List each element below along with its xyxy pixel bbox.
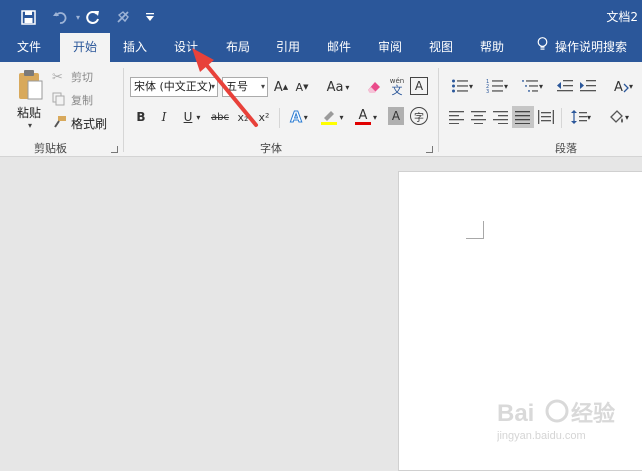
strikethrough-button[interactable]: abc: [209, 107, 231, 127]
customize-qa-icon[interactable]: [140, 7, 160, 27]
phonetic-guide-button[interactable]: wén 文: [388, 75, 406, 97]
bold-button[interactable]: B: [133, 107, 149, 127]
paste-button[interactable]: 粘贴: [14, 104, 44, 120]
chevron-down-icon: ▾: [210, 82, 215, 91]
font-size-combo[interactable]: 五号 ▾: [222, 77, 268, 97]
font-name-value: 宋体 (中文正文): [134, 80, 213, 93]
shading-button[interactable]: ▾: [604, 107, 634, 127]
svg-text:经验: 经验: [571, 401, 615, 426]
multilevel-list-button[interactable]: ▾: [516, 76, 548, 96]
svg-text:Bai: Bai: [497, 400, 534, 427]
text-effects-button[interactable]: A ▾: [285, 107, 313, 127]
font-color-button[interactable]: A ▾: [351, 107, 381, 127]
superscript-button[interactable]: x²: [255, 107, 273, 127]
ribbon-home: 粘贴 ▾ ✂ 剪切 复制 格式刷 剪贴板 宋体 (中文正文) ▾ 五号 ▾ A ▲…: [0, 62, 642, 157]
font-name-combo[interactable]: 宋体 (中文正文) ▾: [130, 77, 218, 97]
cut-label: 剪切: [71, 71, 93, 84]
font-group-label: 字体: [260, 142, 282, 155]
align-left-icon[interactable]: [448, 107, 466, 127]
tab-help[interactable]: 帮助: [469, 33, 515, 62]
tab-layout[interactable]: 布局: [215, 33, 261, 62]
underline-button[interactable]: U ▾: [178, 107, 206, 127]
clipboard-launcher-icon[interactable]: [111, 146, 118, 153]
chinese-layout-button[interactable]: A ▾: [608, 76, 638, 96]
divider: [561, 108, 562, 128]
copy-icon: [52, 92, 68, 109]
paste-icon[interactable]: [14, 68, 46, 102]
justify-icon[interactable]: [512, 106, 534, 128]
increase-indent-icon[interactable]: [579, 76, 597, 96]
baidu-logo-icon: Bai 经验 jingyan.baidu.com: [496, 399, 615, 442]
character-border-button[interactable]: A: [410, 77, 428, 95]
tab-mailings[interactable]: 邮件: [316, 33, 362, 62]
subscript-button[interactable]: x₂: [234, 107, 252, 127]
redo-icon[interactable]: [83, 7, 103, 27]
svg-text:3: 3: [486, 89, 489, 94]
save-icon[interactable]: [18, 7, 38, 27]
cut-button[interactable]: ✂ 剪切: [52, 68, 122, 86]
group-divider: [438, 68, 439, 152]
font-launcher-icon[interactable]: [426, 146, 433, 153]
highlight-button[interactable]: ▾: [317, 107, 347, 127]
ribbon-tabs: 文件 开始 插入 设计 布局 引用 邮件 审阅 视图 帮助 操作说明搜索: [0, 33, 642, 62]
numbering-button[interactable]: 1 2 3 ▾: [481, 76, 513, 96]
tab-home[interactable]: 开始: [60, 33, 110, 62]
shrink-font-button[interactable]: A ▼: [294, 77, 310, 97]
lightbulb-icon: [535, 33, 549, 62]
paintbrush-icon: [52, 115, 68, 132]
change-case-button[interactable]: Aa ▾: [322, 77, 354, 97]
clear-formatting-icon[interactable]: [365, 77, 383, 97]
divider: [279, 108, 280, 128]
scissors-icon: ✂: [52, 69, 63, 85]
tab-review[interactable]: 审阅: [367, 33, 413, 62]
copy-button[interactable]: 复制: [52, 91, 122, 109]
watermark: Bai 经验 jingyan.baidu.com: [496, 395, 637, 457]
touch-mode-icon[interactable]: [113, 7, 133, 27]
text-margin-mark: [466, 221, 484, 239]
tab-insert[interactable]: 插入: [112, 33, 158, 62]
format-painter-button[interactable]: 格式刷: [52, 114, 122, 132]
svg-text:jingyan.baidu.com: jingyan.baidu.com: [497, 430, 586, 442]
undo-icon[interactable]: [50, 7, 70, 27]
chevron-down-icon: ▾: [260, 82, 265, 91]
document-title: 文档2: [606, 10, 638, 24]
title-bar: ▾ 文档2: [0, 0, 642, 33]
tell-me-label: 操作说明搜索: [555, 40, 628, 54]
distributed-align-icon[interactable]: [537, 107, 555, 127]
line-spacing-button[interactable]: ▾: [566, 107, 596, 127]
paste-dropdown-icon[interactable]: ▾: [24, 120, 36, 130]
tab-file[interactable]: 文件: [0, 33, 58, 62]
font-size-value: 五号: [226, 80, 248, 93]
align-right-icon[interactable]: [492, 107, 510, 127]
bullets-button[interactable]: ▾: [446, 76, 478, 96]
tab-view[interactable]: 视图: [418, 33, 464, 62]
decrease-indent-icon[interactable]: [556, 76, 574, 96]
character-shading-button[interactable]: A: [388, 107, 404, 125]
italic-button[interactable]: I: [156, 107, 172, 127]
align-center-icon[interactable]: [470, 107, 488, 127]
svg-text:A: A: [614, 80, 623, 94]
tab-design[interactable]: 设计: [163, 33, 209, 62]
format-painter-label: 格式刷: [71, 116, 108, 131]
enclose-characters-button[interactable]: 字: [410, 107, 428, 125]
clipboard-group-label: 剪贴板: [34, 142, 67, 155]
paragraph-group-label: 段落: [555, 142, 577, 155]
tab-references[interactable]: 引用: [265, 33, 311, 62]
group-divider: [123, 68, 124, 152]
grow-font-button[interactable]: A ▲: [273, 77, 289, 97]
tell-me-search[interactable]: 操作说明搜索: [535, 33, 627, 62]
copy-label: 复制: [71, 94, 93, 107]
